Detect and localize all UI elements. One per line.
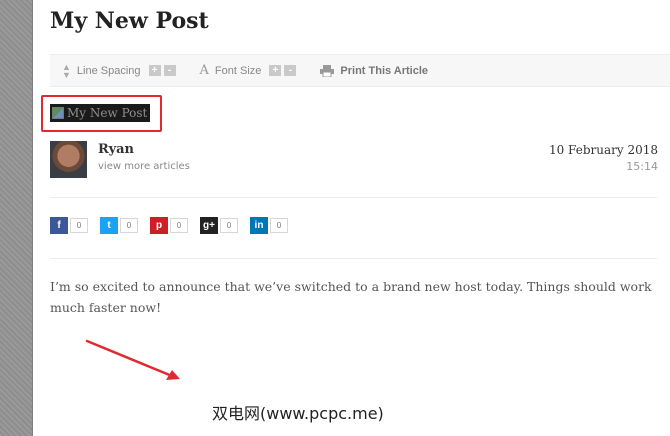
post-body-paragraph: I’m so excited to announce that we’ve sw… — [50, 279, 652, 315]
font-size-decrease-button[interactable]: - — [284, 65, 297, 76]
share-bar: f 0 t 0 p 0 g+ 0 in 0 — [50, 217, 300, 234]
print-article-label: Print This Article — [340, 64, 428, 77]
line-spacing-increase-button[interactable]: + — [148, 65, 161, 76]
annotation-arrow-icon — [85, 339, 180, 380]
font-size-label: Font Size — [214, 64, 262, 77]
page-background-strip — [0, 0, 33, 436]
article-toolbar: ▲ ▼ Line Spacing + - A Font Size + - Prin… — [50, 54, 670, 87]
watermark-text: 双电网(www.pcpc.me) — [212, 404, 384, 423]
view-more-articles-link[interactable]: view more articles — [98, 161, 190, 172]
font-size-icon: A — [199, 63, 209, 78]
author-name[interactable]: Ryan — [98, 142, 134, 157]
printer-icon — [320, 64, 335, 77]
share-linkedin[interactable]: in 0 — [250, 217, 288, 234]
page-title: My New Post — [50, 8, 209, 34]
author-avatar[interactable] — [50, 141, 87, 178]
post-time: 15:14 — [626, 160, 658, 173]
share-pinterest[interactable]: p 0 — [150, 217, 188, 234]
share-facebook[interactable]: f 0 — [50, 217, 88, 234]
facebook-icon[interactable]: f — [50, 217, 68, 234]
divider — [50, 258, 657, 259]
line-spacing-icon: ▲ ▼ — [62, 61, 71, 80]
share-count: 0 — [220, 218, 238, 233]
line-spacing-control: ▲ ▼ Line Spacing + - — [62, 61, 176, 80]
line-spacing-decrease-button[interactable]: - — [163, 65, 176, 76]
pinterest-icon[interactable]: p — [150, 217, 168, 234]
post-date: 10 February 2018 — [548, 143, 658, 157]
linkedin-icon[interactable]: in — [250, 217, 268, 234]
share-count: 0 — [170, 218, 188, 233]
font-size-increase-button[interactable]: + — [269, 65, 282, 76]
share-twitter[interactable]: t 0 — [100, 217, 138, 234]
share-count: 0 — [120, 218, 138, 233]
print-article-button[interactable]: Print This Article — [320, 64, 428, 77]
share-count: 0 — [270, 218, 288, 233]
divider — [50, 197, 657, 198]
share-google-plus[interactable]: g+ 0 — [200, 217, 238, 234]
annotation-highlight-box — [41, 95, 162, 132]
twitter-icon[interactable]: t — [100, 217, 118, 234]
share-count: 0 — [70, 218, 88, 233]
font-size-control: A Font Size + - — [200, 63, 297, 78]
line-spacing-label: Line Spacing — [76, 64, 141, 77]
google-plus-icon[interactable]: g+ — [200, 217, 218, 234]
